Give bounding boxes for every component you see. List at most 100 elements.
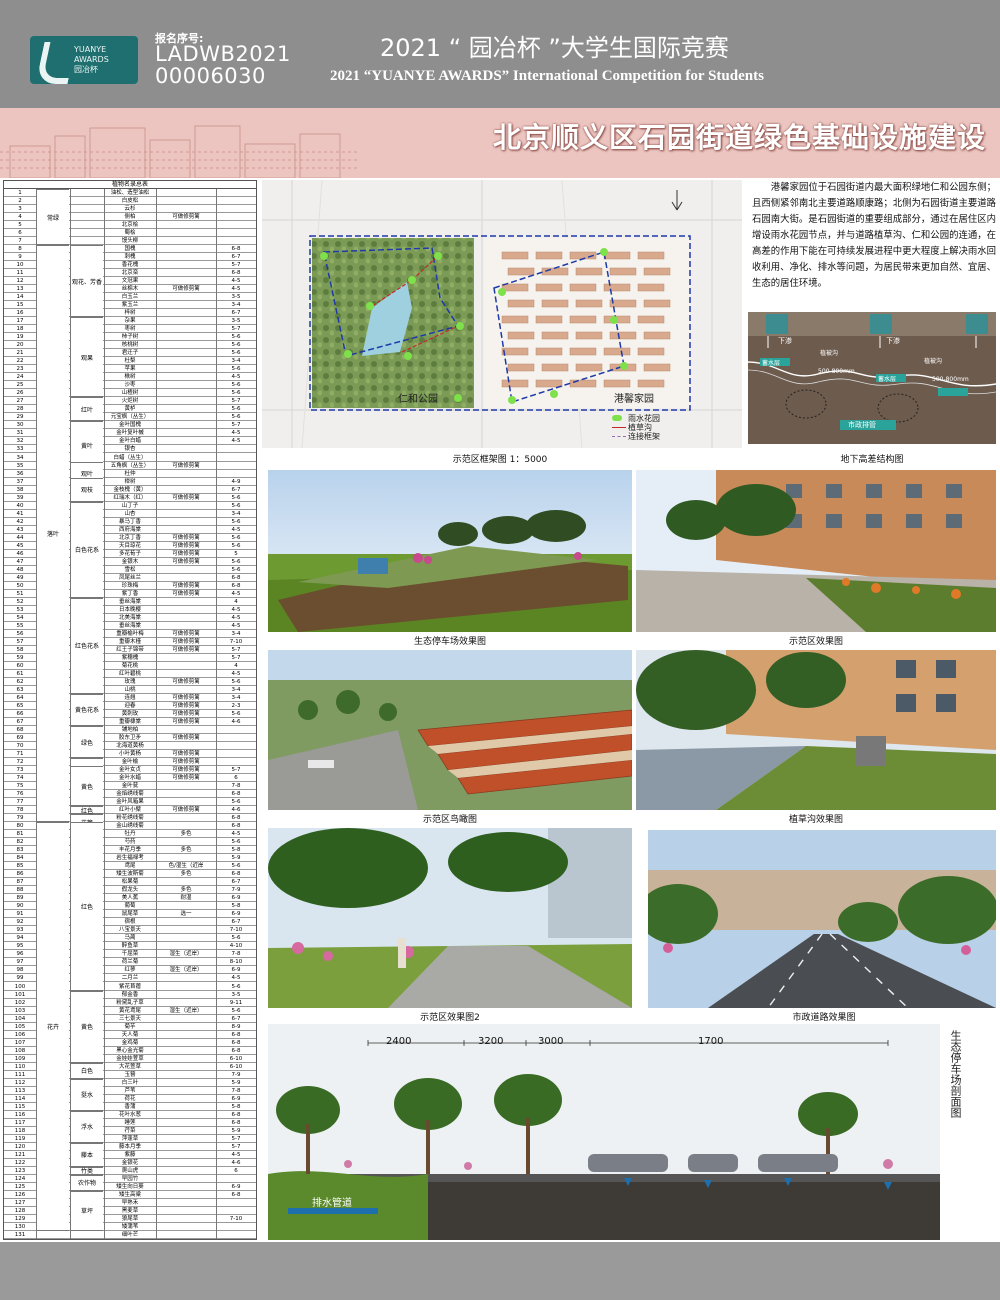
plant-no: 71 [16,751,24,758]
building-block [501,283,529,292]
registration-number-line1: LADWB2021 [155,42,291,66]
table-group-cell: 红叶 [71,397,103,422]
plant-no: 1 [18,190,22,196]
plant-name: 早园竹 [121,1175,139,1182]
table-divider [104,189,105,1239]
table-group-cell: 黄色 [71,990,103,1063]
plant-no: 14 [16,294,24,301]
plant-no: 69 [16,735,24,742]
plant-season: 6 [234,775,238,782]
plant-no: 103 [14,1007,26,1014]
plant-note: 可做修剪篱 [172,767,200,774]
plant-name: 核桃树 [121,342,139,349]
plant-name: 菊花桃 [121,662,139,669]
plant-no: 66 [16,710,24,717]
logo-line-3: 园冶杯 [74,65,98,74]
plant-name: 胶东卫矛 [118,735,141,742]
plant-season: 5-7 [231,422,241,429]
plant-season: 3-4 [231,302,241,309]
building-block [637,347,665,356]
plant-name: 西府海棠 [118,526,141,533]
plant-no: 44 [16,534,24,541]
plant-name: 北美海棠 [118,614,141,621]
plant-note: 多色 [180,847,192,854]
plant-season: 7-10 [229,927,243,934]
building-block [637,251,665,260]
plant-name: 金叶复叶槭 [116,430,144,437]
plant-name: 金银木 [121,558,139,565]
plant-note: 多色 [180,887,192,894]
plant-no: 105 [14,1023,26,1030]
eco-parking-render [268,470,632,632]
plant-no: 81 [16,831,24,838]
plant-name: 紫花苜蓿 [118,983,141,990]
plant-season: 3-4 [231,686,241,693]
plant-no: 72 [16,759,24,766]
plant-season: 8-10 [229,959,243,966]
plant-season: 6-8 [231,1031,241,1038]
plant-no: 119 [14,1135,26,1142]
plant-season: 5-6 [231,542,241,549]
plant-name: 国槐 [124,246,136,253]
plant-no: 76 [16,791,24,798]
plant-season: 4 [234,598,238,605]
plant-note: 可做修剪篱 [172,630,200,637]
plant-name: 马蔺 [124,935,136,942]
table-group-cell: 挺水 [71,1078,103,1111]
plant-no: 16 [16,310,24,317]
table-divider [156,189,157,1239]
plant-no: 86 [16,871,24,878]
plant-no: 74 [16,775,24,782]
plant-name: 鼠尾草 [121,911,139,918]
plant-name: 香蒲 [124,1103,136,1110]
plant-season: 3-4 [231,630,241,637]
building-block [501,379,529,388]
plant-season: 2-3 [231,702,241,709]
plant-note: 选一 [180,911,192,918]
legend-frame: 连接框架 [628,432,660,441]
plant-no: 19 [16,334,24,341]
plant-season: 4-5 [231,831,241,838]
plant-note: 湿生（近岸） [169,951,203,958]
plant-season: 5-6 [231,1007,241,1014]
plant-season: 5-6 [231,390,241,397]
plant-season: 3-5 [231,294,241,301]
plant-season: 6-8 [231,823,241,830]
plant-season: 5-6 [231,366,241,373]
plant-season: 6-7 [231,254,241,261]
plant-no: 41 [16,510,24,517]
plant-note: 可做修剪篱 [172,678,200,685]
plant-no: 107 [14,1039,26,1046]
plant-no: 36 [16,470,24,477]
plant-name: 北京桧 [121,222,139,229]
plant-no: 70 [16,743,24,750]
table-group-cell: 落叶 [37,245,69,823]
plant-season: 4-5 [231,614,241,621]
plant-no: 35 [16,462,24,469]
plant-no: 75 [16,783,24,790]
plant-name: 玫瑰 [124,678,136,685]
drain-pipe-label: 排水管道 [312,1198,352,1209]
building-block [609,299,637,308]
plant-name: 牡丹 [124,831,136,838]
plant-no: 15 [16,302,24,309]
plant-no: 64 [16,694,24,701]
plant-note: 可做修剪篱 [172,542,200,549]
plant-name: 花叶水葱 [118,1111,141,1118]
plant-season: 5-8 [231,847,241,854]
plant-no: 48 [16,566,24,573]
plant-name: 多花荀子 [118,550,141,557]
plant-no: 32 [16,438,24,445]
plant-note: 湿生（近岸） [169,967,203,974]
table-group-cell: 观花、芳香 [71,245,103,318]
legend-rain-garden: 雨水花园 [628,414,660,423]
plant-no: 2 [18,198,22,204]
plant-season: 7-10 [229,638,243,645]
underground-caption: 地下高差结构图 [840,455,904,465]
plant-season: 7-8 [231,1087,241,1094]
plant-no: 109 [14,1055,26,1062]
section-dim-1: 2400 [386,1036,412,1047]
home-label: 港馨家园 [614,394,654,405]
plant-note: 湿生（近岸） [169,1007,203,1014]
plant-name: 金叶国槐 [118,422,141,429]
